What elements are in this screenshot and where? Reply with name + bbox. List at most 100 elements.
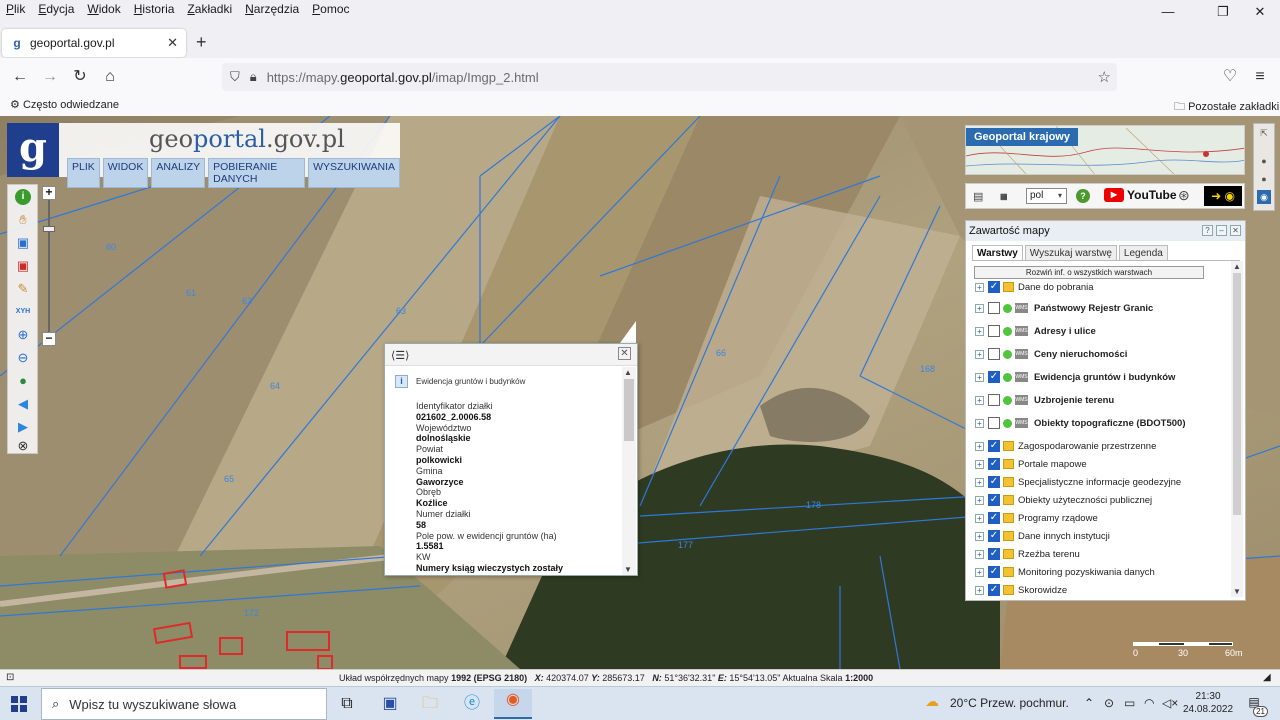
reload-button[interactable]: ↻	[70, 67, 90, 87]
resize-grip-icon[interactable]: ◢	[1263, 672, 1271, 683]
battery-icon[interactable]: ▭	[1124, 696, 1135, 710]
eye-icon[interactable]: ◉	[1257, 190, 1271, 204]
layer-item[interactable]: + WMS Obiekty topograficzne (BDOT500)	[975, 415, 1186, 431]
internet-explorer-icon[interactable]: ⓔ	[460, 693, 484, 715]
task-view-icon[interactable]: ⧉	[335, 693, 359, 715]
forward-button[interactable]: →	[40, 67, 60, 87]
scroll-down-icon[interactable]: ▼	[624, 565, 632, 574]
next-view-arrow-icon[interactable]: ▶	[15, 419, 31, 435]
zoom-handle[interactable]	[43, 226, 55, 232]
globe-icon[interactable]: ●	[15, 373, 31, 389]
layer-checkbox[interactable]	[988, 348, 1000, 360]
document-icon[interactable]: ▤	[973, 189, 983, 205]
pencil-icon[interactable]: ✎	[15, 281, 31, 297]
layer-checkbox[interactable]: ✓	[988, 548, 1000, 560]
expand-plus-icon[interactable]: +	[975, 477, 984, 487]
expand-plus-icon[interactable]: +	[975, 585, 984, 595]
expand-all-button[interactable]: Rozwiń inf. o wszystkich warstwach	[974, 266, 1204, 279]
previous-view-arrow-icon[interactable]: ◀	[15, 396, 31, 412]
layer-checkbox[interactable]: ✓	[988, 476, 1000, 488]
scroll-thumb[interactable]	[624, 379, 634, 441]
layers-scrollbar[interactable]: ▲ ▼	[1231, 261, 1243, 597]
tab-wyszukaj[interactable]: Wyszukaj warstwę	[1024, 245, 1117, 261]
layer-item[interactable]: + ✓ Zagospodarowanie przestrzenne	[975, 438, 1156, 454]
gp-menu-analizy[interactable]: ANALIZY	[151, 158, 206, 188]
expand-plus-icon[interactable]: +	[975, 459, 984, 469]
wms-icon[interactable]: ▦	[1000, 189, 1008, 205]
tab-legenda[interactable]: Legenda	[1118, 245, 1168, 261]
layer-item[interactable]: + ✓ Monitoring pozyskiwania danych	[975, 564, 1155, 580]
gp-menu-widok[interactable]: WIDOK	[102, 158, 149, 188]
close-window-button[interactable]: ✕	[1242, 4, 1278, 22]
zoom-plus-button[interactable]: +	[42, 186, 56, 200]
bookmark-star-icon[interactable]: ☆	[1098, 68, 1111, 86]
layer-item[interactable]: + WMS Ceny nieruchomości	[975, 346, 1127, 362]
notifications-icon[interactable]: ▤ 21	[1245, 695, 1268, 717]
dot-icon[interactable]: ●	[1257, 172, 1271, 186]
menu-plik[interactable]: Plik	[0, 1, 32, 17]
collapse-icon[interactable]: ⇱	[1257, 126, 1271, 140]
new-tab-button[interactable]: +	[196, 32, 207, 53]
back-button[interactable]: ←	[10, 67, 30, 87]
menu-pomoc[interactable]: Pomoc	[306, 1, 356, 17]
taskbar-search-input[interactable]: ⌕ Wpisz tu wyszukiwane słowa	[41, 688, 327, 720]
layer-checkbox[interactable]	[988, 417, 1000, 429]
help-icon[interactable]: ?	[1202, 225, 1213, 236]
layer-checkbox[interactable]: ✓	[988, 494, 1000, 506]
tray-sync-icon[interactable]: ⊙	[1104, 696, 1114, 710]
layer-checkbox[interactable]: ✓	[988, 584, 1000, 596]
popup-scrollbar[interactable]: ▲ ▼	[622, 367, 636, 575]
layer-item[interactable]: + ✓ Skorowidze	[975, 582, 1067, 597]
minimize-icon[interactable]: –	[1216, 225, 1227, 236]
expand-plus-icon[interactable]: +	[975, 513, 984, 523]
layer-checkbox[interactable]: ✓	[988, 371, 1000, 383]
layer-item[interactable]: + ✓ Programy rządowe	[975, 510, 1098, 526]
zoom-in-icon[interactable]: ⊕	[15, 327, 31, 343]
menu-widok[interactable]: Widok	[81, 1, 127, 17]
bookmark-frequent[interactable]: ⚙ Często odwiedzane	[10, 98, 119, 111]
clock[interactable]: 21:30 24.08.2022	[1183, 690, 1233, 716]
layer-item[interactable]: + ✓ Rzeźba terenu	[975, 546, 1080, 562]
expand-plus-icon[interactable]: +	[975, 303, 984, 313]
weather-text[interactable]: 20°C Przew. pochmur.	[950, 696, 1069, 710]
minimize-button[interactable]: —	[1150, 4, 1186, 22]
layer-checkbox[interactable]: ✓	[988, 281, 1000, 293]
window-icon[interactable]: ⊡	[6, 672, 14, 683]
tab-geoportal[interactable]: g geoportal.gov.pl ✕	[2, 29, 186, 57]
youtube-link[interactable]: ▶ YouTube	[1104, 188, 1177, 202]
layer-item[interactable]: + ✓ Obiekty użyteczności publicznej	[975, 492, 1152, 508]
contrast-eye-button[interactable]: ➜ ◉	[1204, 186, 1242, 206]
firefox-icon[interactable]: ◉	[494, 689, 532, 719]
accessibility-icon[interactable]: ⊛	[1178, 187, 1190, 203]
layer-checkbox[interactable]	[988, 325, 1000, 337]
layer-item[interactable]: + ✓ WMS Ewidencja gruntów i budynków	[975, 369, 1175, 385]
windows-start-icon[interactable]	[11, 696, 27, 712]
help-icon[interactable]: ?	[1076, 189, 1090, 203]
scroll-thumb[interactable]	[1233, 273, 1241, 515]
layer-checkbox[interactable]: ✓	[988, 566, 1000, 578]
wifi-icon[interactable]: ◠	[1144, 696, 1154, 710]
expand-plus-icon[interactable]: +	[975, 349, 984, 359]
layer-checkbox[interactable]: ✓	[988, 530, 1000, 542]
volume-icon[interactable]: ◁×	[1162, 696, 1178, 710]
scroll-down-icon[interactable]: ▼	[1233, 587, 1241, 596]
zoom-slider[interactable]: + −	[40, 186, 58, 346]
expand-plus-icon[interactable]: +	[975, 549, 984, 559]
home-button[interactable]: ⌂	[100, 67, 120, 87]
measure-icon[interactable]: ⊗	[15, 438, 31, 454]
scroll-up-icon[interactable]: ▲	[1233, 262, 1241, 271]
geoportal-logo[interactable]: g	[7, 123, 59, 177]
expand-plus-icon[interactable]: +	[975, 531, 984, 541]
expand-plus-icon[interactable]: +	[975, 567, 984, 577]
popup-close-icon[interactable]: ✕	[618, 347, 631, 360]
pocket-icon[interactable]: ♡	[1220, 67, 1240, 87]
pan-hand-icon[interactable]: ✋︎	[15, 212, 31, 228]
layer-item[interactable]: + WMS Uzbrojenie terenu	[975, 392, 1114, 408]
menu-edycja[interactable]: Edycja	[32, 1, 81, 17]
xyh-icon[interactable]: XYH	[15, 304, 31, 320]
expand-plus-icon[interactable]: +	[975, 441, 984, 451]
gp-menu-plik[interactable]: PLIK	[67, 158, 100, 188]
hamburger-menu-icon[interactable]: ≡	[1250, 67, 1270, 87]
scroll-up-icon[interactable]: ▲	[624, 368, 632, 377]
zoom-minus-button[interactable]: −	[42, 332, 56, 346]
